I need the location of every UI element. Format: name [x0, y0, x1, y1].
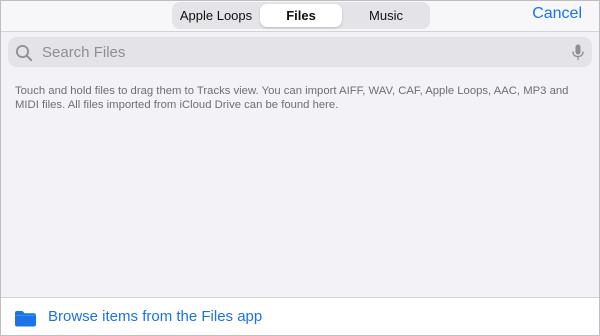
search-icon	[16, 45, 33, 62]
file-browser-panel: Apple Loops Files Music Cancel Touch and…	[0, 0, 600, 336]
browse-files-app-button[interactable]: Browse items from the Files app	[1, 297, 599, 335]
browse-label: Browse items from the Files app	[48, 308, 263, 325]
search-bar[interactable]	[8, 37, 592, 67]
top-bar: Apple Loops Files Music Cancel	[1, 1, 599, 32]
cancel-button[interactable]: Cancel	[532, 5, 582, 23]
tab-music[interactable]: Music	[344, 4, 428, 27]
import-instructions: Touch and hold files to drag them to Tra…	[15, 85, 569, 111]
search-input[interactable]	[42, 37, 562, 67]
tab-apple-loops[interactable]: Apple Loops	[174, 4, 258, 27]
microphone-icon[interactable]	[572, 44, 584, 61]
folder-icon	[15, 311, 36, 327]
source-segmented-control: Apple Loops Files Music	[172, 2, 430, 29]
tab-files[interactable]: Files	[260, 4, 342, 27]
